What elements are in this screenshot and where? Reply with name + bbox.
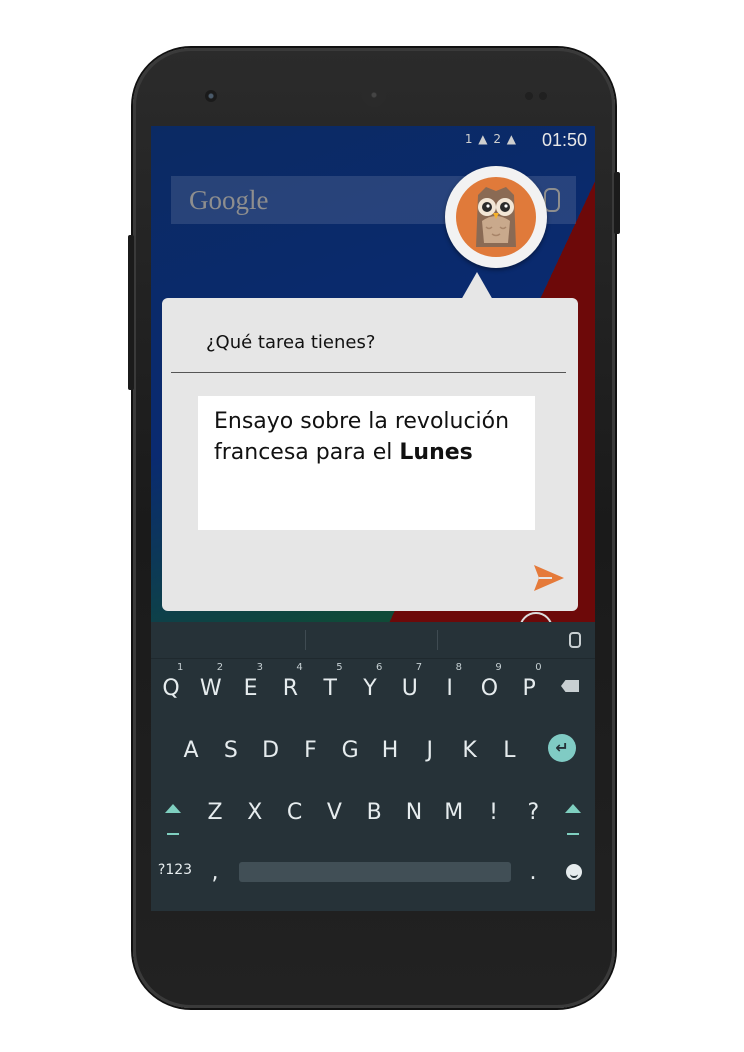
period-key[interactable]: . <box>515 860 551 885</box>
sensor <box>525 92 533 100</box>
task-input[interactable]: Ensayo sobre la revolución francesa para… <box>198 396 535 530</box>
speech-bubble-tail <box>461 272 493 300</box>
phone-screen: 1 ▲ 2 ▲ 01:50 Google ¿Qué tarea tienes? … <box>151 126 595 911</box>
key-number-hint: 7 <box>415 662 423 673</box>
key-u[interactable]: U7 <box>392 662 428 701</box>
emoji-icon[interactable] <box>566 864 582 880</box>
key-c[interactable]: C <box>277 800 313 825</box>
question-label: ¿Qué tarea tienes? <box>206 332 376 353</box>
key-?[interactable]: ? <box>515 800 551 825</box>
clock: 01:50 <box>541 130 587 150</box>
key-![interactable]: ! <box>476 800 512 825</box>
key-j[interactable]: J <box>412 738 448 763</box>
key-number-hint: 5 <box>336 662 343 673</box>
keyboard: Q1W2E3R4T5Y6U7I8O9P0 ASDFGHJKL ↵ ZXCVBNM… <box>151 622 595 911</box>
key-p[interactable]: P0 <box>511 662 547 701</box>
shift-icon[interactable] <box>565 804 581 813</box>
suggestion-divider <box>305 630 306 650</box>
google-logo: Google <box>189 185 269 215</box>
key-m[interactable]: M <box>436 800 472 825</box>
key-number-hint: 4 <box>296 662 303 673</box>
key-z[interactable]: Z <box>197 800 233 825</box>
key-l[interactable]: L <box>491 738 527 763</box>
power-button <box>614 172 620 234</box>
divider <box>171 372 566 373</box>
owl-icon <box>456 177 536 257</box>
key-o[interactable]: O9 <box>471 662 507 701</box>
front-camera <box>205 90 217 102</box>
key-number-hint: 6 <box>376 662 383 673</box>
key-number-hint: 3 <box>256 662 263 673</box>
key-h[interactable]: H <box>372 738 408 763</box>
key-g[interactable]: G <box>332 738 368 763</box>
key-s[interactable]: S <box>213 738 249 763</box>
key-r[interactable]: R4 <box>272 662 308 701</box>
task-dialog: ¿Qué tarea tienes? Ensayo sobre la revol… <box>162 298 578 611</box>
owl-avatar <box>445 166 547 268</box>
key-k[interactable]: K <box>452 738 488 763</box>
key-y[interactable]: Y6 <box>352 662 388 701</box>
key-number-hint: 9 <box>495 662 502 673</box>
voice-input-icon[interactable] <box>569 632 581 648</box>
signal-icons: 1 ▲ 2 ▲ <box>464 132 517 146</box>
key-number-hint: 8 <box>455 662 462 673</box>
key-f[interactable]: F <box>292 738 328 763</box>
key-e[interactable]: E3 <box>233 662 269 701</box>
key-n[interactable]: N <box>396 800 432 825</box>
send-arrow-icon[interactable] <box>532 561 566 595</box>
enter-key[interactable]: ↵ <box>548 734 576 762</box>
sensor <box>539 92 547 100</box>
suggestion-divider <box>437 630 438 650</box>
key-a[interactable]: A <box>173 738 209 763</box>
key-number-hint: 1 <box>177 662 184 673</box>
symbols-key[interactable]: ?123 <box>155 862 195 878</box>
key-d[interactable]: D <box>253 738 289 763</box>
shift-icon[interactable] <box>165 804 181 813</box>
key-b[interactable]: B <box>356 800 392 825</box>
backspace-icon[interactable] <box>561 680 579 692</box>
earpiece-speaker <box>362 83 386 107</box>
key-number-hint: 0 <box>535 662 542 673</box>
shift-indicator <box>167 833 179 835</box>
shift-indicator <box>567 833 579 835</box>
key-q[interactable]: Q1 <box>153 662 189 701</box>
key-number-hint: 2 <box>216 662 224 673</box>
task-day: Lunes <box>399 440 473 465</box>
key-v[interactable]: V <box>316 800 352 825</box>
space-bar[interactable] <box>239 862 511 882</box>
volume-button <box>128 235 134 390</box>
key-t[interactable]: T5 <box>312 662 348 701</box>
key-w[interactable]: W2 <box>193 662 229 701</box>
comma-key[interactable]: , <box>197 860 233 885</box>
key-i[interactable]: I8 <box>432 662 468 701</box>
status-bar: 1 ▲ 2 ▲ 01:50 <box>151 126 595 158</box>
key-x[interactable]: X <box>237 800 273 825</box>
suggestion-strip <box>151 622 595 659</box>
